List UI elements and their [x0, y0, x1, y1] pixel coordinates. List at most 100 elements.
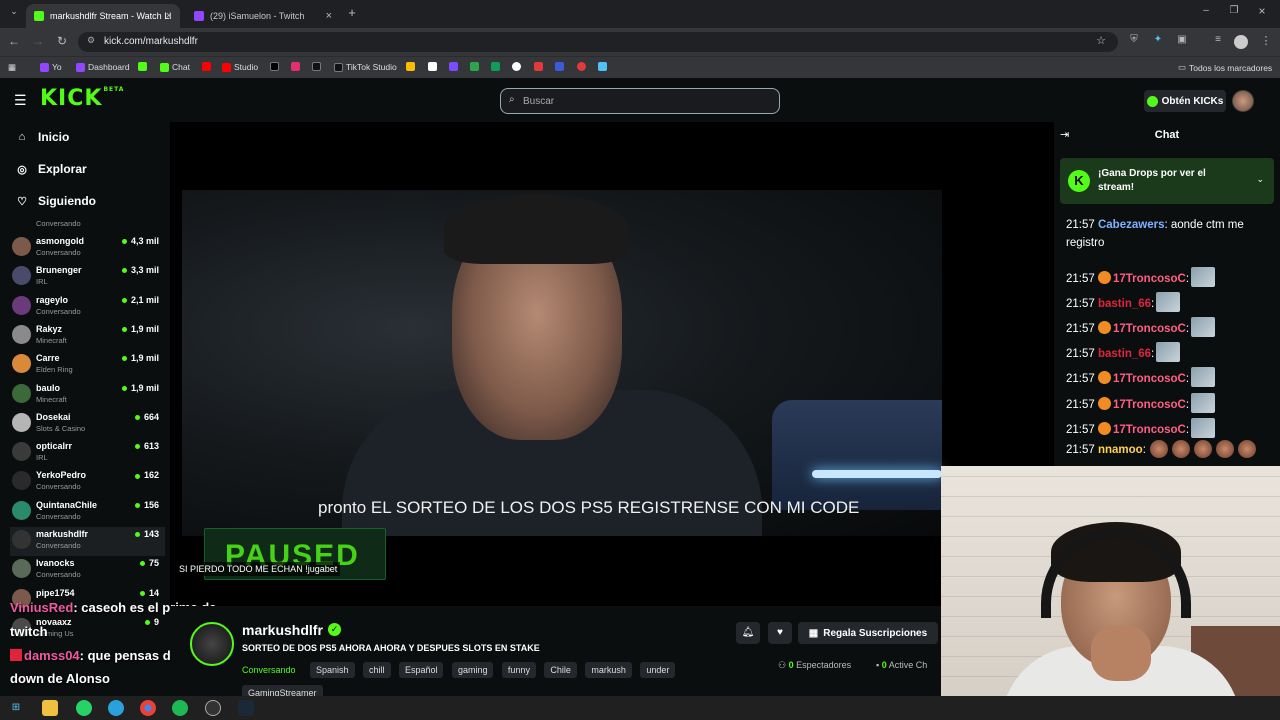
media-icon[interactable]: ≡	[1210, 34, 1226, 45]
bookmark-tiktok[interactable]	[312, 62, 321, 71]
sidebar-channel-carre[interactable]: Carre Elden Ring 1,9 mil	[10, 351, 165, 380]
reload-icon[interactable]: ↻	[54, 34, 70, 48]
puzzle-icon[interactable]: ▣	[1174, 34, 1190, 45]
maximize-icon[interactable]: ❐	[1226, 5, 1242, 16]
bookmark-ext2[interactable]	[449, 62, 458, 71]
streamer-avatar[interactable]	[190, 622, 234, 666]
sidebar-channel-dosekai[interactable]: Dosekai Slots & Casino 664	[10, 410, 165, 439]
chrome-icon[interactable]	[140, 700, 156, 716]
sidebar-channel-markushdlfr[interactable]: markushdlfr Conversando 143	[10, 527, 165, 556]
sidebar-item-home[interactable]: ⌂ Inicio	[16, 130, 70, 144]
tag-chip[interactable]: Español	[398, 662, 444, 678]
file-explorer-icon[interactable]	[42, 700, 58, 716]
chat-emote-icon[interactable]	[1215, 440, 1234, 458]
close-tab-icon[interactable]: ×	[166, 10, 172, 22]
chat-username[interactable]: bastin_66	[1098, 298, 1151, 310]
sidebar-channel-ivanocks[interactable]: Ivanocks Conversando 75	[10, 556, 165, 585]
bookmark-x[interactable]	[270, 62, 279, 71]
tag-chip[interactable]: under	[640, 662, 676, 678]
notification-bell-button[interactable]: 🔔︎	[736, 622, 760, 644]
windows-start-icon[interactable]: ⊞	[8, 700, 24, 716]
bookmark-dashboard[interactable]: Dashboard	[76, 62, 130, 72]
bookmark-tiktok-studio[interactable]: TikTok Studio	[334, 62, 397, 72]
sidebar-item-following[interactable]: ♡ Siguiendo	[16, 194, 96, 208]
chat-emote-icon[interactable]	[1156, 342, 1181, 362]
chat-emote-icon[interactable]	[1171, 440, 1190, 458]
chat-emote-icon[interactable]	[1191, 418, 1216, 438]
streamer-name[interactable]: markushdlfr	[242, 622, 323, 638]
bookmark-drive[interactable]	[406, 62, 415, 71]
chat-emote-icon[interactable]	[1191, 367, 1216, 387]
video-player[interactable]: pronto EL SORTEO DE LOS DOS PS5 REGISTRE…	[170, 122, 1054, 606]
chat-username[interactable]: 17TroncosoC	[1113, 273, 1186, 285]
bookmark-studio[interactable]: Studio	[222, 62, 258, 72]
sidebar-channel-yerkopedro[interactable]: YerkoPedro Conversando 162	[10, 468, 165, 497]
site-info-icon[interactable]: ⚙	[87, 35, 95, 46]
get-kicks-button[interactable]: Obtén KICKs	[1144, 90, 1226, 112]
sidebar-channel-quintanachile[interactable]: QuintanaChile Conversando 156	[10, 498, 165, 527]
chat-emote-icon[interactable]	[1191, 393, 1216, 413]
chat-emote-icon[interactable]	[1237, 440, 1256, 458]
tab-twitch[interactable]: (29) iSamuelon - Twitch ×	[186, 4, 340, 28]
sidebar-channel-opticalrr[interactable]: opticalrr IRL 613	[10, 439, 165, 468]
chat-emote-icon[interactable]	[1193, 440, 1212, 458]
bookmark-ext3[interactable]	[470, 62, 479, 71]
chat-username[interactable]: Cabezawers	[1098, 219, 1164, 231]
hamburger-menu-icon[interactable]: ☰	[14, 92, 27, 109]
chat-username[interactable]: 17TroncosoC	[1113, 399, 1186, 411]
bookmark-ext7[interactable]	[577, 62, 586, 71]
follow-heart-button[interactable]: ♥	[768, 622, 792, 644]
tag-chip[interactable]: Spanish	[310, 662, 355, 678]
bookmarks-folder[interactable]: ▭ Todos los marcadores	[1178, 62, 1272, 73]
kick-logo[interactable]: KICKBETA	[40, 86, 124, 111]
apps-grid-icon[interactable]: ▦	[8, 62, 16, 73]
sidebar-channel-rageylo[interactable]: rageylo Conversando 2,1 mil	[10, 293, 165, 322]
bookmark-ext8[interactable]	[598, 62, 607, 71]
search-input[interactable]: ⌕ Buscar	[500, 88, 780, 114]
chat-username[interactable]: 17TroncosoC	[1113, 373, 1186, 385]
chat-username[interactable]: bastin_66	[1098, 348, 1151, 360]
tag-chip[interactable]: chill	[362, 662, 391, 678]
shield-icon[interactable]: ⛨	[1126, 34, 1142, 45]
bookmark-instagram[interactable]	[291, 62, 300, 71]
bookmark-yo[interactable]: Yo	[40, 62, 62, 72]
bookmark-youtube[interactable]	[202, 62, 211, 71]
chat-emote-icon[interactable]	[1191, 317, 1216, 337]
tab-kick[interactable]: markushdlfr Stream - Watch Li ×	[26, 4, 180, 28]
channel-row-partial[interactable]: Conversando	[10, 211, 165, 228]
telegram-icon[interactable]	[108, 700, 124, 716]
bookmark-star-icon[interactable]: ☆	[1096, 34, 1106, 47]
sidebar-channel-brunenger[interactable]: Brunenger IRL 3,3 mil	[10, 263, 165, 292]
profile-avatar-icon[interactable]	[1234, 35, 1248, 49]
url-field[interactable]: ⚙ kick.com/markushdlfr ☆	[78, 32, 1118, 52]
bookmark-ext1[interactable]	[428, 62, 437, 71]
spotify-icon[interactable]	[172, 700, 188, 716]
close-window-icon[interactable]: ×	[1254, 4, 1270, 18]
sidebar-channel-asmongold[interactable]: asmongold Conversando 4,3 mil	[10, 234, 165, 263]
user-avatar[interactable]	[1232, 90, 1254, 112]
minimize-icon[interactable]: –	[1198, 5, 1214, 16]
bookmark-chat[interactable]: Chat	[160, 62, 190, 72]
chat-username[interactable]: nnamoo	[1098, 444, 1143, 456]
forward-icon[interactable]: →	[30, 34, 46, 48]
menu-dots-icon[interactable]: ⋮	[1258, 34, 1274, 47]
sidebar-item-explore[interactable]: ◎ Explorar	[16, 162, 87, 176]
chat-username[interactable]: 17TroncosoC	[1113, 424, 1186, 436]
bookmark-ext5[interactable]	[534, 62, 543, 71]
steam-icon[interactable]	[238, 700, 254, 716]
sidebar-channel-baulo[interactable]: baulo Minecraft 1,9 mil	[10, 381, 165, 410]
tab-list-icon[interactable]: ⌄	[6, 6, 22, 17]
chat-emote-icon[interactable]	[1191, 267, 1216, 287]
tag-chip[interactable]: markush	[585, 662, 632, 678]
obs-icon[interactable]	[205, 700, 221, 716]
stream-category-link[interactable]: Conversando	[242, 662, 302, 678]
extension-icon[interactable]: ✦	[1150, 34, 1166, 45]
bookmark-ext4[interactable]	[512, 62, 521, 71]
back-icon[interactable]: ←	[6, 34, 22, 48]
bookmark-ext6[interactable]	[555, 62, 564, 71]
close-tab-icon[interactable]: ×	[326, 10, 332, 22]
bookmark-sheets[interactable]	[491, 62, 500, 71]
tag-chip[interactable]: funny	[501, 662, 536, 678]
drops-banner[interactable]: K ¡Gana Drops por ver el stream! ⌄	[1060, 158, 1274, 204]
tag-chip[interactable]: gaming	[451, 662, 494, 678]
